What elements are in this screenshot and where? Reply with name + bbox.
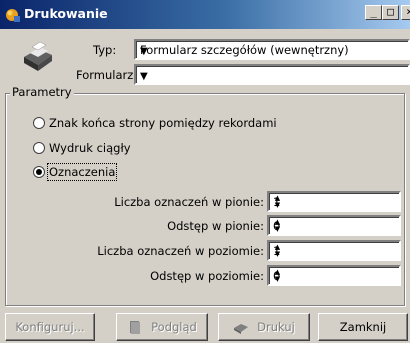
title-bar[interactable]: Drukowanie _ □ ×	[0, 0, 410, 29]
spinner-icon[interactable]: ▲ ▼	[273, 244, 282, 258]
configure-button[interactable]: Konfiguruj...	[5, 313, 95, 341]
horizontal-gap-input[interactable]: 0 ▲ ▼	[267, 265, 401, 286]
window-title: Drukowanie	[24, 6, 108, 21]
preview-icon	[130, 321, 141, 334]
typ-label: Typ:	[93, 43, 117, 57]
vertical-gap-label: Odstęp w pionie:	[167, 219, 264, 233]
radio-page-break[interactable]: Znak końca strony pomiędzy rekordami	[33, 116, 277, 130]
minimize-button[interactable]: _	[365, 5, 382, 20]
radio-labels-label: Oznaczenia	[46, 163, 118, 181]
radio-continuous-label: Wydruk ciągły	[49, 141, 131, 155]
horizontal-count-label: Liczba oznaczeń w poziomie:	[97, 244, 264, 258]
formularz-select[interactable]: ▼	[134, 64, 410, 85]
print-label: Drukuj	[257, 320, 295, 334]
horizontal-count-input[interactable]: 1 ▲ ▼	[267, 240, 401, 261]
print-icon	[234, 324, 249, 334]
radio-button[interactable]	[33, 142, 45, 154]
vertical-count-label: Liczba oznaczeń w pionie:	[114, 195, 264, 209]
radio-button[interactable]	[33, 166, 45, 178]
formularz-label: Formularz:	[76, 68, 138, 82]
spinner-icon[interactable]: ▲ ▼	[273, 269, 282, 283]
chevron-down-icon: ▼	[140, 71, 148, 82]
printer-icon	[24, 41, 52, 71]
radio-page-break-label: Znak końca strony pomiędzy rekordami	[49, 116, 277, 130]
print-button[interactable]: Drukuj	[218, 313, 310, 341]
maximize-button[interactable]: □	[382, 5, 399, 20]
app-icon	[6, 9, 20, 22]
radio-labels[interactable]: Oznaczenia	[33, 163, 118, 181]
close-window-button[interactable]: ×	[401, 5, 410, 20]
chevron-down-icon: ▼	[140, 46, 148, 57]
configure-label: Konfiguruj...	[15, 320, 85, 334]
preview-button[interactable]: Podgląd	[116, 313, 208, 341]
preview-label: Podgląd	[151, 320, 197, 334]
parametry-title: Parametry	[10, 85, 74, 99]
radio-button[interactable]	[33, 117, 45, 129]
close-label: Zamknij	[339, 320, 387, 334]
close-button[interactable]: Zamknij	[318, 313, 408, 341]
spinner-icon[interactable]: ▲ ▼	[273, 195, 282, 209]
vertical-count-input[interactable]: 1 ▲ ▼	[267, 191, 401, 212]
vertical-gap-input[interactable]: 0 ▲ ▼	[267, 215, 401, 236]
spinner-icon[interactable]: ▲ ▼	[273, 219, 282, 233]
radio-continuous[interactable]: Wydruk ciągły	[33, 141, 131, 155]
horizontal-gap-label: Odstęp w poziomie:	[150, 269, 264, 283]
typ-select[interactable]: Formularz szczegółów (wewnętrzny) ▼	[134, 39, 410, 60]
